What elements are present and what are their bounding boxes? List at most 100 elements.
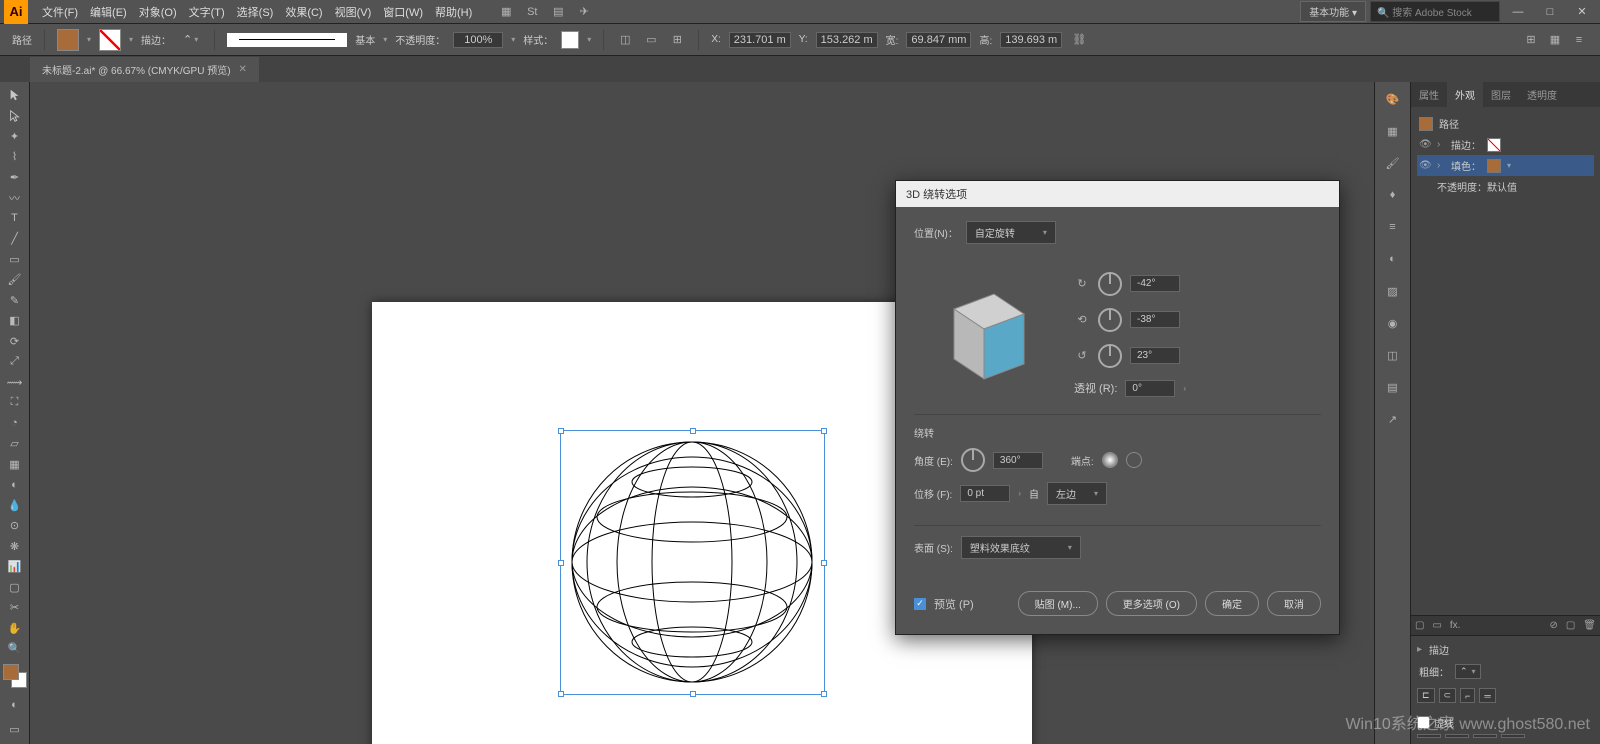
angle-value[interactable]: 360° — [993, 452, 1043, 469]
panel-menu-icon[interactable]: ≡ — [1570, 31, 1588, 49]
offset-value[interactable]: 0 pt — [960, 485, 1010, 502]
layers-panel-icon[interactable]: ▤ — [1382, 376, 1404, 398]
screen-mode-icon[interactable]: ▭ — [2, 718, 28, 740]
surface-dropdown[interactable]: 塑料效果底纹▾ — [961, 536, 1081, 559]
graph-tool[interactable]: 📊 — [2, 558, 28, 577]
gpu-icon[interactable]: ✈ — [576, 4, 592, 20]
trash-icon[interactable]: 🗑 — [1583, 620, 1596, 631]
rotate-z-dial[interactable] — [1098, 344, 1122, 368]
magic-wand-tool[interactable]: ✦ — [2, 127, 28, 146]
arrange-icon[interactable]: ▤ — [550, 4, 566, 20]
map-art-button[interactable]: 贴图 (M)... — [1018, 591, 1098, 616]
blend-tool[interactable]: ⊙ — [2, 517, 28, 536]
stroke-panel-icon[interactable]: ≡ — [1382, 216, 1404, 238]
hand-tool[interactable]: ✋ — [2, 619, 28, 638]
snap-icon[interactable]: ▦ — [1546, 31, 1564, 49]
appearance-stroke-row[interactable]: 👁 › 描边： — [1417, 134, 1594, 155]
swatches-panel-icon[interactable]: ▦ — [1382, 120, 1404, 142]
menu-effect[interactable]: 效果(C) — [279, 4, 328, 20]
rotation-cube-preview[interactable] — [914, 264, 1054, 404]
lasso-tool[interactable]: ⌇ — [2, 148, 28, 167]
cap-on-icon[interactable] — [1102, 452, 1118, 468]
window-minimize[interactable]: — — [1508, 6, 1528, 18]
tab-layers[interactable]: 图层 — [1483, 82, 1519, 107]
window-close[interactable]: ✕ — [1572, 6, 1592, 18]
shape-icon[interactable]: ▭ — [642, 31, 660, 49]
appearance-panel-icon[interactable]: ◉ — [1382, 312, 1404, 334]
rotate-z-value[interactable]: 23° — [1130, 347, 1180, 364]
stroke-align[interactable]: ═ — [1479, 688, 1495, 703]
h-value[interactable]: 139.693 m — [1000, 32, 1062, 48]
align-icon[interactable]: ◫ — [616, 31, 634, 49]
type-tool[interactable]: T — [2, 209, 28, 228]
brushes-panel-icon[interactable]: 🖌 — [1382, 152, 1404, 174]
menu-type[interactable]: 文字(T) — [183, 4, 231, 20]
w-value[interactable]: 69.847 mm — [906, 32, 971, 48]
rotate-x-value[interactable]: -42° — [1130, 275, 1180, 292]
artboard-tool[interactable]: ▢ — [2, 578, 28, 597]
fill-swatch[interactable] — [57, 29, 79, 51]
y-value[interactable]: 153.262 m — [816, 32, 878, 48]
scale-tool[interactable]: ⤢ — [2, 353, 28, 372]
opacity-value[interactable]: 100% — [453, 32, 503, 48]
graphic-styles-panel-icon[interactable]: ◫ — [1382, 344, 1404, 366]
mesh-tool[interactable]: ▦ — [2, 455, 28, 474]
curvature-tool[interactable]: 〰 — [2, 189, 28, 208]
duplicate-icon[interactable]: ▢ — [1566, 620, 1575, 631]
document-tab[interactable]: 未标题-2.ai* @ 66.67% (CMYK/GPU 预览) ✕ — [30, 57, 259, 82]
stroke-weight-field[interactable]: ⌃ ▾ — [1455, 664, 1481, 679]
appearance-fill-row[interactable]: 👁 › 填色： ▾ — [1417, 155, 1594, 176]
preview-checkbox[interactable]: ✓ — [914, 598, 926, 610]
stroke-corner-miter[interactable]: ⌐ — [1460, 688, 1475, 703]
ok-button[interactable]: 确定 — [1205, 591, 1259, 616]
color-mode-icon[interactable]: ◐ — [2, 694, 28, 716]
stroke-row-swatch[interactable] — [1487, 138, 1501, 152]
rotate-y-dial[interactable] — [1098, 308, 1122, 332]
new-stroke-icon[interactable]: ▭ — [1432, 620, 1441, 631]
transparency-panel-icon[interactable]: ▨ — [1382, 280, 1404, 302]
paintbrush-tool[interactable]: 🖌 — [2, 271, 28, 290]
tab-properties[interactable]: 属性 — [1411, 82, 1447, 107]
menu-view[interactable]: 视图(V) — [329, 4, 378, 20]
menu-file[interactable]: 文件(F) — [36, 4, 84, 20]
fill-stroke-swatch[interactable] — [3, 664, 27, 688]
rotate-tool[interactable]: ⟳ — [2, 332, 28, 351]
eyedropper-tool[interactable]: 💧 — [2, 496, 28, 515]
stroke-weight-dropdown[interactable]: ⌃ ▾ — [179, 31, 202, 48]
gradient-tool[interactable]: ◐ — [2, 476, 28, 495]
cap-off-icon[interactable] — [1126, 452, 1142, 468]
direct-selection-tool[interactable] — [2, 107, 28, 126]
x-value[interactable]: 231.701 m — [729, 32, 791, 48]
cancel-button[interactable]: 取消 — [1267, 591, 1321, 616]
rectangle-tool[interactable]: ▭ — [2, 250, 28, 269]
new-art-icon[interactable]: ▢ — [1415, 620, 1424, 631]
pencil-tool[interactable]: ✎ — [2, 291, 28, 310]
asset-export-panel-icon[interactable]: ↗ — [1382, 408, 1404, 430]
gap-field[interactable] — [1445, 734, 1469, 738]
tab-transparency[interactable]: 透明度 — [1519, 82, 1565, 107]
sphere-artwork[interactable] — [562, 432, 822, 692]
appearance-path-row[interactable]: 路径 — [1417, 113, 1594, 134]
visibility-icon[interactable]: 👁 — [1419, 160, 1431, 171]
selection-tool[interactable] — [2, 86, 28, 105]
search-stock[interactable]: 🔍 搜索 Adobe Stock — [1370, 1, 1500, 22]
clear-icon[interactable]: ⊘ — [1549, 620, 1557, 631]
rotate-x-dial[interactable] — [1098, 272, 1122, 296]
stroke-cap-butt[interactable]: ⊏ — [1417, 688, 1435, 703]
stroke-cap-round[interactable]: ⊂ — [1439, 688, 1457, 703]
menu-object[interactable]: 对象(O) — [133, 4, 183, 20]
stock-icon[interactable]: St — [524, 4, 540, 20]
rotate-y-value[interactable]: -38° — [1130, 311, 1180, 328]
eraser-tool[interactable]: ◧ — [2, 312, 28, 331]
dash-field-2[interactable] — [1473, 734, 1497, 738]
angle-dial[interactable] — [961, 448, 985, 472]
perspective-tool[interactable]: ▱ — [2, 435, 28, 454]
appearance-opacity-row[interactable]: 👁 不透明度：默认值 — [1417, 176, 1594, 197]
symbols-panel-icon[interactable]: ♦ — [1382, 184, 1404, 206]
stroke-swatch[interactable] — [99, 29, 121, 51]
menu-window[interactable]: 窗口(W) — [377, 4, 429, 20]
width-tool[interactable]: ⟿ — [2, 373, 28, 392]
visibility-icon[interactable]: 👁 — [1419, 139, 1431, 150]
zoom-tool[interactable]: 🔍 — [2, 640, 28, 659]
pen-tool[interactable]: ✒ — [2, 168, 28, 187]
